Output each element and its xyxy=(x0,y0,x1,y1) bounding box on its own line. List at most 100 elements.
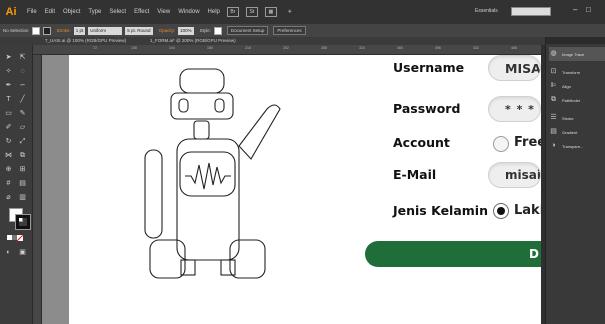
rectangle-tool-icon[interactable]: ▭ xyxy=(3,109,14,118)
robot-head-top xyxy=(179,68,225,94)
panel-transform[interactable]: ⊡ Transform xyxy=(549,65,605,79)
shape-builder-icon[interactable]: ⊕ xyxy=(3,165,14,174)
panel-dock: ◍ Image Trace ⊡ Transform ⊫ Align ⧉ Path… xyxy=(545,37,605,324)
username-field[interactable]: MISAIWAI xyxy=(488,55,541,81)
panel-image-trace[interactable]: ◍ Image Trace xyxy=(549,47,605,61)
pen-tool-icon[interactable]: ✒ xyxy=(3,81,14,90)
menu-edit[interactable]: Edit xyxy=(45,9,55,15)
transform-icon: ⊡ xyxy=(550,68,557,75)
eyedropper-icon[interactable]: ⌀ xyxy=(3,193,14,202)
preferences-button[interactable]: Preferences xyxy=(273,26,306,35)
robot-illustration xyxy=(144,68,281,279)
perspective-grid-icon[interactable]: ⊞ xyxy=(17,165,28,174)
robot-neck xyxy=(193,120,210,140)
mesh-icon[interactable]: # xyxy=(3,179,14,188)
ruler-tick: 360 xyxy=(397,46,403,50)
draw-mode-icon[interactable]: ◐ xyxy=(3,248,14,257)
menu-select[interactable]: Select xyxy=(109,9,126,15)
magic-wand-icon[interactable]: ✧ xyxy=(3,67,14,76)
gender-label: Jenis Kelamin xyxy=(393,203,488,218)
menu-effect[interactable]: Effect xyxy=(134,9,149,15)
pathfinder-icon: ⧉ xyxy=(551,96,556,103)
line-tool-icon[interactable]: ╱ xyxy=(17,95,28,104)
canvas-area[interactable]: Username MISAIWAI Password * * * * * * *… xyxy=(42,55,541,324)
type-tool-icon[interactable]: T xyxy=(3,95,14,104)
tab-document-2[interactable]: 1_FORM.ai* @ 200% (RGB/GPU Preview) xyxy=(150,38,236,43)
opacity-label[interactable]: Opacity: xyxy=(159,28,176,33)
none-swatch-icon[interactable] xyxy=(17,235,23,241)
width-tool-icon[interactable]: ⋈ xyxy=(3,151,14,160)
stroke-label[interactable]: Stroke: xyxy=(57,28,71,33)
password-field[interactable]: * * * * * * * xyxy=(488,96,541,122)
arrange-documents-icon[interactable]: ▦ xyxy=(264,7,277,17)
minimize-button[interactable]: – xyxy=(573,5,577,14)
email-field[interactable]: misaiwan@ xyxy=(488,162,541,188)
ruler-tick: 180 xyxy=(207,46,213,50)
panel-stroke-label: Stroke xyxy=(562,115,574,121)
robot-right-eye xyxy=(214,98,225,113)
lasso-icon[interactable]: ◌ xyxy=(17,67,28,76)
menu-help[interactable]: Help xyxy=(208,9,220,15)
paintbrush-icon[interactable]: ✎ xyxy=(17,109,28,118)
stroke-swatch[interactable] xyxy=(42,26,51,35)
ruler-tick: 324 xyxy=(359,46,365,50)
robot-left-leg xyxy=(180,259,196,276)
search-input[interactable] xyxy=(511,7,551,16)
opacity-field[interactable]: 100% xyxy=(178,26,194,35)
menu-object[interactable]: Object xyxy=(63,9,80,15)
selection-tool-icon[interactable]: ➤ xyxy=(3,53,14,62)
panel-pathfinder[interactable]: ⧉ Pathfinder xyxy=(549,93,605,107)
shaper-icon[interactable]: ✐ xyxy=(3,123,14,132)
stroke-color-swatch[interactable] xyxy=(16,215,30,229)
account-free-radio[interactable] xyxy=(493,136,509,152)
panel-gradient-label: Gradient xyxy=(562,129,578,135)
artboard[interactable]: Username MISAIWAI Password * * * * * * *… xyxy=(69,55,541,324)
username-label: Username xyxy=(393,60,465,75)
screen-mode-icon[interactable]: ▣ xyxy=(17,248,28,257)
menu-view[interactable]: View xyxy=(157,9,170,15)
stroke-icon: ☰ xyxy=(550,114,557,121)
panel-align-label: Align xyxy=(562,83,571,89)
workspace-switcher[interactable]: Essentials xyxy=(475,8,498,14)
curvature-icon[interactable]: ∽ xyxy=(17,81,28,90)
submit-button[interactable]: D xyxy=(365,241,541,267)
maximize-button[interactable]: □ xyxy=(586,5,591,14)
eraser-icon[interactable]: ▱ xyxy=(17,123,28,132)
gpu-rocket-icon[interactable]: ✈ xyxy=(284,7,296,17)
graph-tool-icon[interactable]: ▥ xyxy=(17,193,28,202)
align-icon: ⊫ xyxy=(550,82,557,89)
direct-selection-icon[interactable]: ⇱ xyxy=(17,53,28,62)
panel-align[interactable]: ⊫ Align xyxy=(549,79,605,93)
graphic-style-swatch[interactable] xyxy=(213,26,222,35)
stock-icon[interactable]: St xyxy=(245,7,258,17)
panel-dock-header[interactable] xyxy=(546,37,605,44)
menu-type[interactable]: Type xyxy=(88,9,101,15)
rotate-icon[interactable]: ↻ xyxy=(3,137,14,146)
ruler-tick: 144 xyxy=(169,46,175,50)
gender-male-radio[interactable] xyxy=(493,203,509,219)
tools-panel: ➤ ⇱ ✧ ◌ ✒ ∽ T ╱ ▭ ✎ ✐ ▱ ↻ ⤢ ⋈ ⧉ ⊕ ⊞ # ▤ … xyxy=(0,45,33,324)
gradient-icon[interactable]: ▤ xyxy=(17,179,28,188)
transparency-icon: ◑ xyxy=(551,142,556,149)
tab-document-1[interactable]: 7_UASI.ai @ 100% (RGB/GPU Preview) xyxy=(45,38,126,43)
scale-icon[interactable]: ⤢ xyxy=(17,137,28,146)
variable-width-profile[interactable]: Uniform xyxy=(88,26,123,35)
panel-transparency[interactable]: ◑ Transpare... xyxy=(549,139,605,153)
menu-bar: Ai File Edit Object Type Select Effect V… xyxy=(0,0,605,24)
free-transform-icon[interactable]: ⧉ xyxy=(17,151,28,160)
document-setup-button[interactable]: Document Setup xyxy=(226,26,269,35)
bridge-icon[interactable]: Br xyxy=(226,7,239,17)
stroke-weight-field[interactable]: 1 pt xyxy=(73,26,86,35)
account-free-label: Free xyxy=(514,135,541,150)
panel-transparency-label: Transpare... xyxy=(562,143,584,149)
ruler-tick: 108 xyxy=(131,46,137,50)
menu-window[interactable]: Window xyxy=(178,9,199,15)
submit-button-label: D xyxy=(529,247,539,261)
menu-file[interactable]: File xyxy=(27,9,37,15)
panel-pathfinder-label: Pathfinder xyxy=(562,97,581,103)
panel-gradient[interactable]: ▤ Gradient xyxy=(549,125,605,139)
fill-swatch[interactable] xyxy=(31,26,40,35)
panel-stroke[interactable]: ☰ Stroke xyxy=(549,111,605,125)
brush-definition[interactable]: 5 pt. Round xyxy=(125,26,153,35)
ruler-tick: 432 xyxy=(473,46,479,50)
